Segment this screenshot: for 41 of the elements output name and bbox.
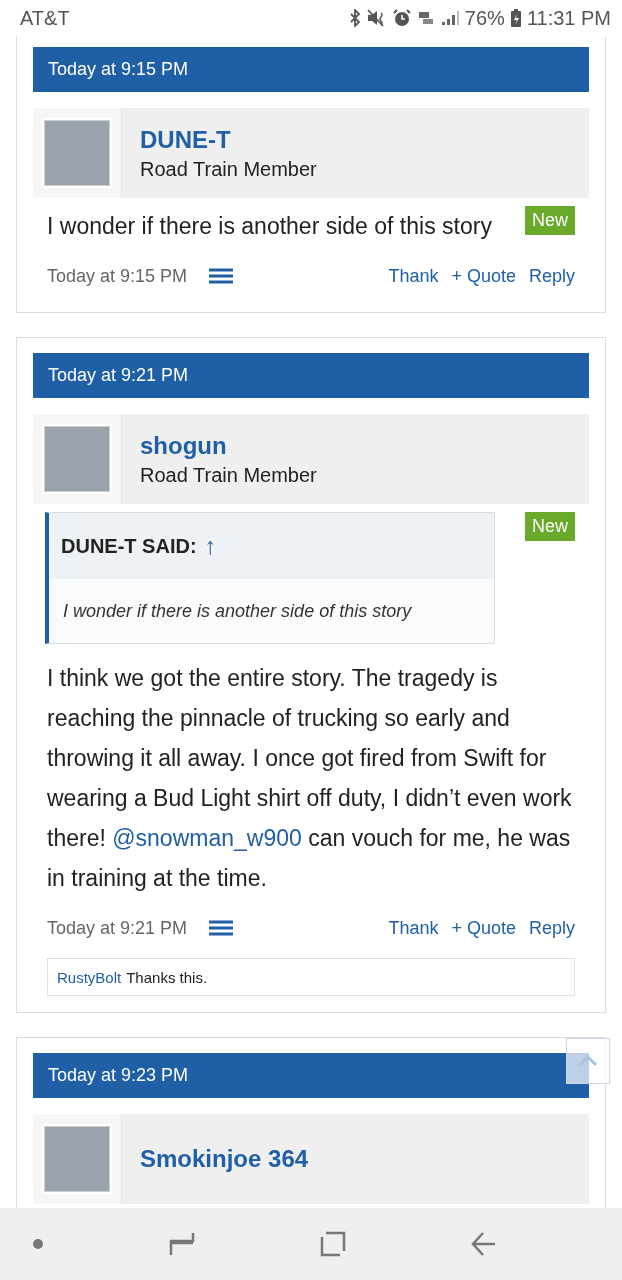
quote-author: DUNE-T SAID:: [61, 534, 197, 558]
username-link[interactable]: Smokinjoe 364: [140, 1145, 309, 1173]
alarm-icon: [392, 9, 411, 27]
post-date: Today at 9:23 PM: [48, 1065, 189, 1086]
new-badge: New: [525, 206, 575, 235]
back-icon[interactable]: [471, 1231, 497, 1257]
clock-time: 11:31 PM: [526, 6, 611, 30]
post-action-link[interactable]: Reply: [528, 265, 575, 287]
new-badge: New: [525, 512, 575, 541]
post-time: Today at 9:21 PM: [47, 917, 188, 939]
mute-icon: [366, 9, 387, 27]
post-date: Today at 9:15 PM: [48, 59, 189, 80]
menu-icon[interactable]: [209, 268, 234, 284]
mention-link[interactable]: @snowman_w900: [112, 825, 302, 851]
user-title: Road Train Member: [140, 157, 317, 181]
bluetooth-icon: [348, 9, 361, 27]
battery-percent: 76%: [464, 6, 505, 30]
post-action-link[interactable]: + Quote: [451, 265, 516, 287]
post-action-link[interactable]: Thank: [388, 265, 439, 287]
carrier-name: AT&T: [20, 6, 70, 30]
post-action-link[interactable]: Thank: [388, 917, 439, 939]
post-time: Today at 9:15 PM: [47, 265, 188, 287]
user-title: Road Train Member: [140, 463, 317, 487]
post-text: I wonder if there is another side of this story: [47, 212, 493, 241]
jump-to-quote-link[interactable]: ↑: [204, 532, 217, 560]
likes-text: Thanks this.: [126, 968, 208, 986]
menu-icon[interactable]: [209, 920, 234, 936]
post-text: I think we got the entire story. The tragedy is reaching the pinnacle of trucking so early and throwing it all away. I once got fired from Swift for wearing a Bud Light shirt off duty, I didn’t even work there! @snowman_w900 can vouch for me, he was in training at the time.: [47, 664, 573, 893]
post-action-link[interactable]: Reply: [528, 917, 575, 939]
chevron-up-icon: [578, 1055, 598, 1067]
dot-icon[interactable]: [32, 1238, 44, 1250]
post-action-link[interactable]: + Quote: [451, 917, 516, 939]
recent-apps-icon[interactable]: [169, 1231, 195, 1257]
liker-link[interactable]: RustyBolt: [57, 968, 122, 986]
signal-icon: [440, 10, 459, 26]
username-link[interactable]: DUNE-T: [140, 125, 317, 154]
home-icon[interactable]: [320, 1231, 346, 1257]
battery-icon: [510, 9, 521, 27]
post-date: Today at 9:21 PM: [48, 365, 189, 386]
username-link[interactable]: shogun: [140, 431, 317, 460]
quote-text: I wonder if there is another side of this story: [63, 600, 412, 622]
